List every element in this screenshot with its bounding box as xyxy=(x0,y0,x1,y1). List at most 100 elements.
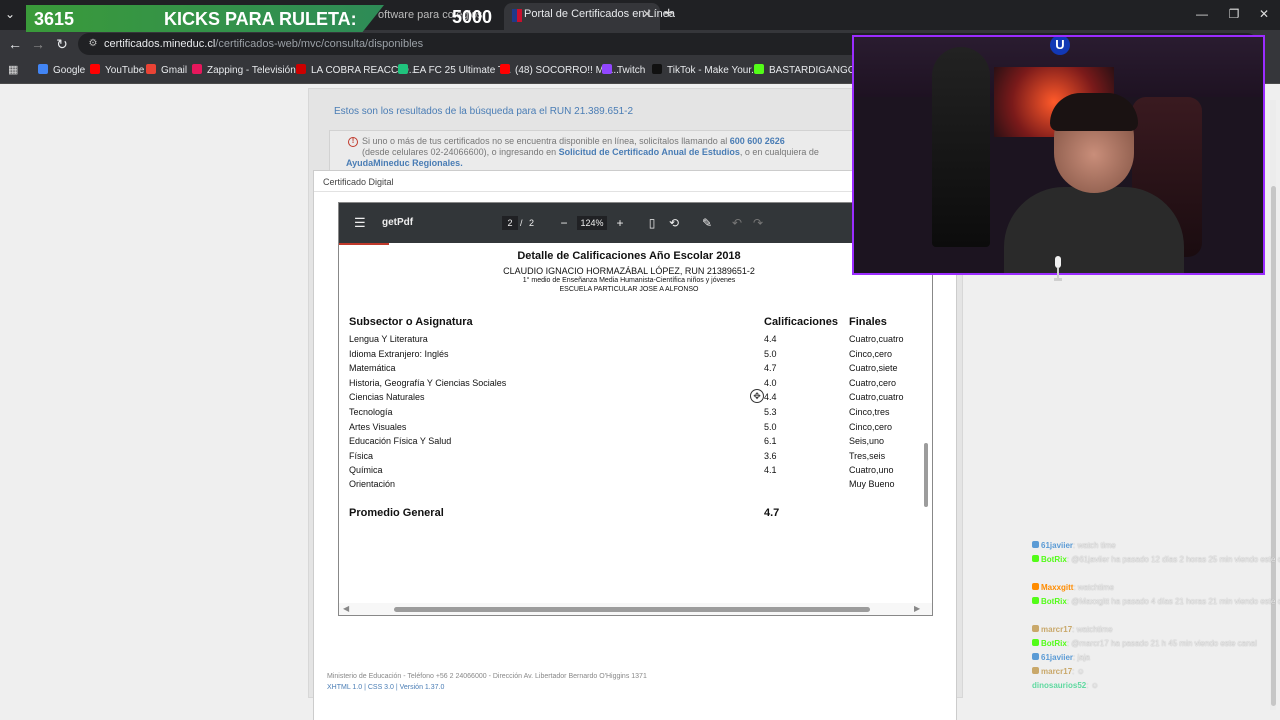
final-cell: Muy Bueno xyxy=(849,479,895,489)
tab-close-icon[interactable]: ✕ xyxy=(642,3,652,26)
youtube-icon xyxy=(296,64,306,74)
pdf-vertical-scrollbar[interactable] xyxy=(924,443,928,507)
minimize-icon[interactable]: — xyxy=(1192,4,1212,24)
scroll-right-icon[interactable]: ▶ xyxy=(914,604,920,614)
table-row: Orientación Muy Bueno xyxy=(339,477,932,491)
site-info-icon[interactable]: ⚙ xyxy=(86,37,100,51)
modal-title: Certificado Digital xyxy=(323,177,394,187)
alert-text-2: (desde celulares 02-24066600), o ingresa… xyxy=(362,147,557,157)
page-separator: / xyxy=(520,218,523,228)
chat-text: : watchtime xyxy=(1072,625,1113,634)
fit-page-icon[interactable]: ▯ xyxy=(644,214,660,232)
subject-cell: Ciencias Naturales xyxy=(349,392,425,402)
subject-cell: Química xyxy=(349,465,383,475)
pdf-document-name: getPdf xyxy=(382,217,414,228)
badge-icon xyxy=(1032,667,1039,674)
chat-user: 61javiier xyxy=(1041,541,1074,550)
bookmark-ea-fc[interactable]: EA FC 25 Ultimate T... xyxy=(398,58,511,83)
final-cell: Cuatro,cero xyxy=(849,378,897,388)
undo-icon[interactable]: ↶ xyxy=(729,214,745,232)
grade-cell: 4.4 xyxy=(764,334,777,344)
final-cell: Cinco,cero xyxy=(849,349,893,359)
table-row: Física 3.6 Tres,seis xyxy=(339,449,932,463)
new-tab-icon[interactable]: + xyxy=(664,4,673,24)
school-name: ESCUELA PARTICULAR JOSE A ALFONSO xyxy=(559,286,699,293)
grade-cell: 4.0 xyxy=(764,378,777,388)
document-title: Detalle de Calificaciones Año Escolar 20… xyxy=(517,250,741,262)
chat-user: BotRix xyxy=(1041,597,1067,606)
team-u-logo-icon: U xyxy=(1050,37,1070,55)
footer-links[interactable]: XHTML 1.0 | CSS 3.0 | Versión 1.37.0 xyxy=(327,684,444,691)
restore-icon[interactable]: ❐ xyxy=(1224,4,1244,24)
redo-icon[interactable]: ↷ xyxy=(750,214,766,232)
tab-active[interactable]: Portal de Certificados en Línea ✕ xyxy=(504,3,675,30)
chat-text: : watch time xyxy=(1073,541,1116,550)
results-heading: Estos son los resultados de la búsqueda … xyxy=(334,106,634,117)
chat-user: marcr17 xyxy=(1041,625,1073,634)
forward-icon[interactable]: → xyxy=(28,34,48,54)
bookmark-zapping[interactable]: Zapping - Televisión... xyxy=(192,58,304,83)
menu-icon[interactable]: ☰ xyxy=(354,215,366,231)
streamer-hair xyxy=(1050,93,1138,131)
zoom-in-icon[interactable]: + xyxy=(612,214,628,232)
chat-message: BotRix: @Maxxgitt ha pasado 4 días 21 ho… xyxy=(1032,597,1280,607)
chat-message: 61javiier: watch time xyxy=(1032,541,1116,551)
header-finals: Finales xyxy=(849,316,887,328)
bookmark-google[interactable]: Google xyxy=(38,58,85,83)
subject-cell: Artes Visuales xyxy=(349,422,407,432)
subject-cell: Idioma Extranjero: Inglés xyxy=(349,349,449,359)
page-number-input[interactable]: 2 xyxy=(502,216,518,230)
subject-cell: Tecnología xyxy=(349,407,393,417)
bookmark-twitch[interactable]: Twitch xyxy=(602,58,645,83)
kicks-banner-text: KICKS PARA RULETA: xyxy=(164,9,357,29)
pdf-viewer[interactable]: ☰ getPdf 2 / 2 − 124% + ▯ ⟲ ✎ ↶ ↷ Detall… xyxy=(338,202,933,616)
table-row: Idioma Extranjero: Inglés 5.0 Cinco,cero xyxy=(339,347,932,361)
badge-icon xyxy=(1032,625,1039,632)
kicks-banner: 3615 KICKS PARA RULETA: xyxy=(26,5,384,32)
move-cursor-icon: ✥ xyxy=(750,389,764,403)
average-label: Promedio General xyxy=(349,507,444,519)
subject-cell: Física xyxy=(349,451,374,461)
grade-cell: 4.7 xyxy=(764,363,777,373)
google-icon xyxy=(38,64,48,74)
bookmark-tiktok[interactable]: TikTok - Make Your... xyxy=(652,58,759,83)
webcam-overlay: U xyxy=(852,35,1265,275)
chevron-down-icon[interactable]: ⌄ xyxy=(5,6,21,22)
annotate-icon[interactable]: ✎ xyxy=(699,214,715,232)
student-name: CLAUDIO IGNACIO HORMAZÁBAL LÓPEZ, RUN 21… xyxy=(503,266,755,276)
zapping-icon xyxy=(192,64,202,74)
certificate-request-link[interactable]: Solicitud de Certificado Anual de Estudi… xyxy=(559,147,740,157)
window-close-icon[interactable]: ✕ xyxy=(1254,4,1274,24)
chat-user: marcr17 xyxy=(1041,667,1073,676)
alert-text-1: Si uno o más de tus certificados no se e… xyxy=(362,136,728,146)
alert-text-3: , o en cualquiera de xyxy=(739,147,819,157)
pdf-horizontal-scrollbar[interactable]: ◀ ▶ xyxy=(339,603,932,615)
zoom-level-input[interactable]: 124% xyxy=(577,216,607,230)
pdf-page: Detalle de Calificaciones Año Escolar 20… xyxy=(339,245,932,600)
reload-icon[interactable]: ↻ xyxy=(52,34,72,54)
url-path: /certificados-web/mvc/consulta/disponibl… xyxy=(215,38,424,50)
final-cell: Cinco,tres xyxy=(849,407,890,417)
scroll-left-icon[interactable]: ◀ xyxy=(343,604,349,614)
subject-cell: Lengua Y Literatura xyxy=(349,334,428,344)
apps-grid-icon[interactable]: ▦ xyxy=(8,64,20,76)
bookmark-label: Zapping - Televisión... xyxy=(207,65,305,76)
grade-cell: 5.0 xyxy=(764,349,777,359)
grade-cell: 5.0 xyxy=(764,422,777,432)
rotate-icon[interactable]: ⟲ xyxy=(666,214,682,232)
final-cell: Cuatro,uno xyxy=(849,465,894,475)
alert-icon: ! xyxy=(348,137,358,147)
horizontal-scroll-thumb[interactable] xyxy=(394,607,870,612)
bookmark-youtube[interactable]: YouTube xyxy=(90,58,144,83)
ayuda-mineduc-link[interactable]: AyudaMineduc Regionales. xyxy=(346,158,463,168)
zoom-out-icon[interactable]: − xyxy=(556,214,572,232)
header-subject: Subsector o Asignatura xyxy=(349,316,473,328)
back-icon[interactable]: ← xyxy=(5,34,25,54)
badge-icon xyxy=(1032,639,1039,646)
subject-cell: Educación Física Y Salud xyxy=(349,436,452,446)
youtube-icon xyxy=(90,64,100,74)
bookmark-label: Gmail xyxy=(161,65,188,76)
bookmark-gmail[interactable]: Gmail xyxy=(146,58,187,83)
chat-message: marcr17: watchtime xyxy=(1032,625,1113,635)
average-value: 4.7 xyxy=(764,507,780,519)
